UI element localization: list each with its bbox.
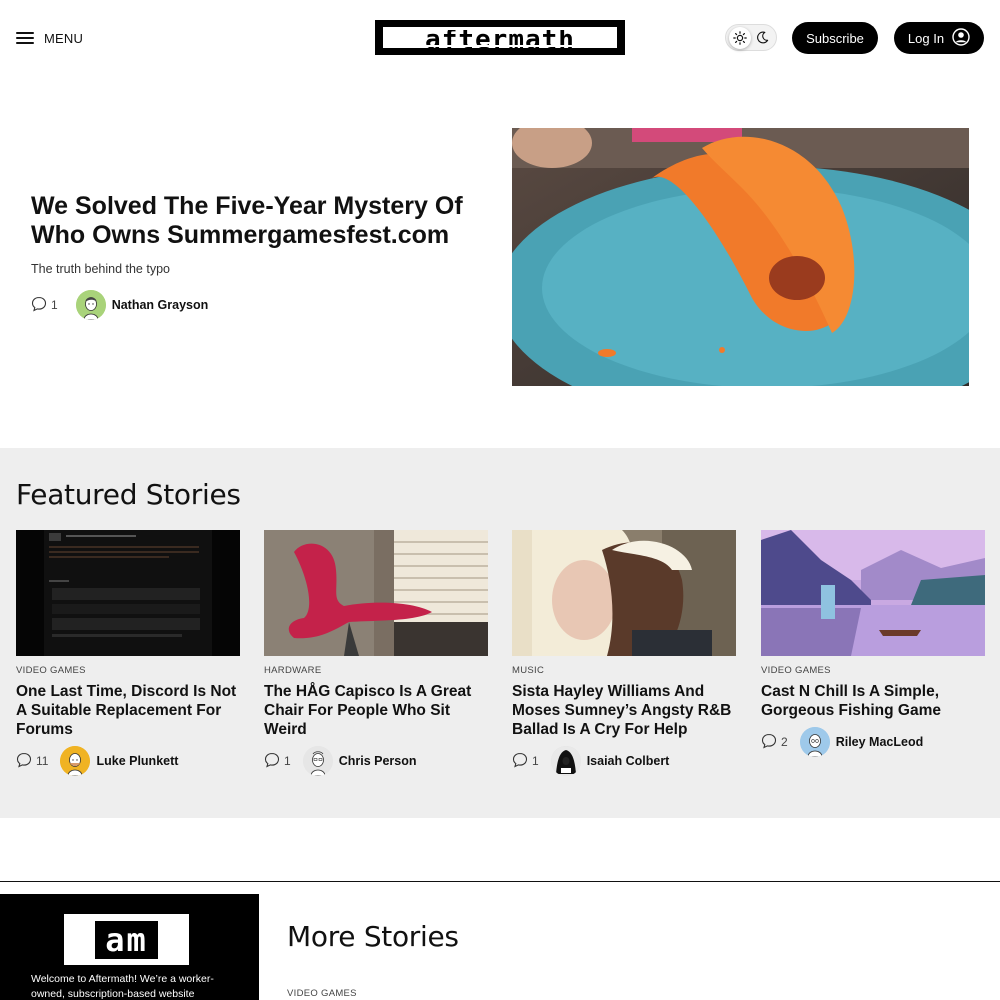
author-name[interactable]: Riley MacLeod (836, 735, 924, 749)
comment-number: 1 (284, 754, 291, 768)
menu-label: MENU (44, 30, 84, 46)
avatar[interactable] (75, 290, 106, 320)
story-meta: 2 Riley MacLeod (761, 726, 985, 758)
side-panel: am Welcome to Aftermath! We’re a worker-… (0, 894, 259, 1000)
site-logo[interactable]: aftermath (375, 20, 625, 55)
moon-icon[interactable] (751, 27, 773, 49)
story-title[interactable]: Cast N Chill Is A Simple, Gorgeous Fishi… (761, 682, 985, 720)
more-heading: More Stories (287, 920, 459, 953)
comment-icon (512, 752, 528, 771)
avatar[interactable] (799, 727, 830, 757)
story-title[interactable]: Sista Hayley Williams And Moses Sumney’s… (512, 682, 736, 739)
story-image[interactable] (761, 530, 985, 656)
am-logo[interactable]: am (64, 914, 189, 965)
story-title[interactable]: The HÅG Capisco Is A Great Chair For Peo… (264, 682, 488, 739)
comment-number: 1 (51, 298, 58, 312)
story-category[interactable]: VIDEO GAMES (287, 988, 357, 999)
hero-meta: 1 Nathan Grayson (31, 290, 208, 320)
author-name[interactable]: Chris Person (339, 754, 417, 768)
hero-title[interactable]: We Solved The Five-Year Mystery Of Who O… (31, 192, 471, 250)
story-meta: 1 Chris Person (264, 745, 488, 777)
story-category[interactable]: MUSIC (512, 665, 736, 676)
hero-subtitle: The truth behind the typo (31, 262, 170, 276)
comment-count[interactable]: 2 (761, 733, 788, 752)
comment-count[interactable]: 1 (512, 752, 539, 771)
site-header: MENU aftermath Subscribe Log In (0, 0, 1000, 76)
story-image[interactable] (512, 530, 736, 656)
theme-toggle[interactable] (725, 24, 777, 51)
story-card[interactable]: MUSIC Sista Hayley Williams And Moses Su… (512, 530, 736, 777)
author-name[interactable]: Nathan Grayson (112, 298, 209, 312)
avatar[interactable] (550, 746, 581, 776)
comment-count[interactable]: 11 (16, 752, 48, 771)
story-category[interactable]: VIDEO GAMES (16, 665, 240, 676)
avatar[interactable] (60, 746, 91, 776)
sun-icon[interactable] (729, 26, 751, 49)
author-name[interactable]: Luke Plunkett (96, 754, 178, 768)
comment-number: 11 (36, 754, 49, 768)
subscribe-label: Subscribe (806, 30, 864, 46)
story-category[interactable]: HARDWARE (264, 665, 488, 676)
author-name[interactable]: Isaiah Colbert (587, 754, 670, 768)
story-image[interactable] (264, 530, 488, 656)
comment-icon (31, 296, 47, 315)
featured-heading: Featured Stories (16, 478, 241, 511)
comment-icon (761, 733, 777, 752)
login-label: Log In (907, 30, 945, 46)
comment-icon (264, 752, 280, 771)
avatar[interactable] (302, 746, 333, 776)
story-meta: 1 Isaiah Colbert (512, 745, 736, 777)
hero-image[interactable] (512, 128, 969, 386)
section-divider (0, 881, 1000, 882)
featured-section: Featured Stories VIDEO GAMES One Last Ti… (0, 448, 1000, 818)
comment-icon (16, 752, 32, 771)
menu-button[interactable]: MENU (16, 27, 83, 49)
login-button[interactable]: Log In (894, 22, 984, 54)
comment-number: 1 (532, 754, 539, 768)
subscribe-button[interactable]: Subscribe (792, 22, 878, 54)
story-meta: 11 Luke Plunkett (16, 745, 240, 777)
logo-text: aftermath (380, 24, 620, 54)
story-card[interactable]: VIDEO GAMES Cast N Chill Is A Simple, Go… (761, 530, 985, 758)
story-card[interactable]: VIDEO GAMES One Last Time, Discord Is No… (16, 530, 240, 777)
comment-count[interactable]: 1 (31, 296, 58, 315)
story-image[interactable] (16, 530, 240, 656)
story-card[interactable]: HARDWARE The HÅG Capisco Is A Great Chai… (264, 530, 488, 777)
comment-number: 2 (781, 735, 788, 749)
user-icon (952, 27, 970, 49)
welcome-text: Welcome to Aftermath! We’re a worker-own… (31, 973, 214, 1000)
comment-count[interactable]: 1 (264, 752, 291, 771)
story-title[interactable]: One Last Time, Discord Is Not A Suitable… (16, 682, 240, 739)
story-category[interactable]: VIDEO GAMES (761, 665, 985, 676)
am-logo-text: am (95, 920, 158, 959)
hamburger-icon (16, 32, 34, 44)
